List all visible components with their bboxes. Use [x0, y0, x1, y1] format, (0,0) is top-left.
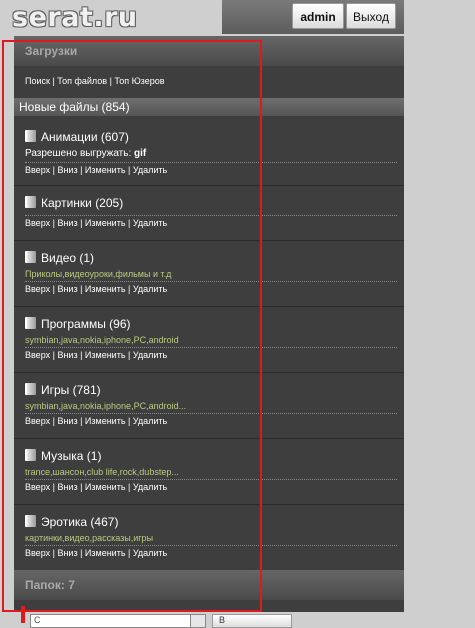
bottom-input[interactable]: С	[30, 614, 206, 628]
user-bar: admin Выход	[222, 0, 404, 34]
site-logo[interactable]: serat.ru	[12, 2, 138, 33]
highlight-frame	[2, 40, 262, 612]
logout-button[interactable]: Выход	[346, 3, 396, 29]
admin-button[interactable]: admin	[292, 3, 344, 29]
highlight-pointer	[21, 606, 25, 623]
bottom-button[interactable]: В	[212, 614, 292, 628]
bottom-input-handle[interactable]	[190, 614, 206, 628]
